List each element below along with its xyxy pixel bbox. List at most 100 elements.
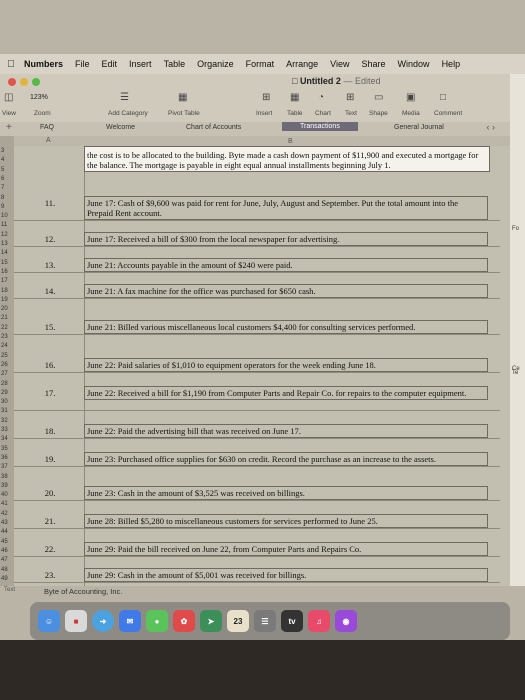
row-index-label[interactable]: 8 <box>0 195 15 201</box>
row-index-label[interactable]: 3 <box>0 148 15 154</box>
merged-cell-top[interactable]: the cost is to be allocated to the build… <box>84 146 490 172</box>
row-index-label[interactable]: 40 <box>0 492 15 498</box>
tab-general-journal[interactable]: General Journal <box>394 124 444 131</box>
transaction-cell[interactable]: June 23: Purchased office supplies for $… <box>84 452 488 466</box>
row-index-label[interactable]: 19 <box>0 297 15 303</box>
music-icon[interactable]: ♫ <box>308 610 330 632</box>
menu-format[interactable]: Format <box>246 59 275 69</box>
add-sheet-icon[interactable]: + <box>6 122 12 133</box>
row-index-label[interactable]: 17 <box>0 278 15 284</box>
chart-icon[interactable]: ◔ <box>318 92 324 103</box>
media-icon[interactable]: ▣ <box>406 92 415 103</box>
transaction-cell[interactable]: June 22: Paid the advertising bill that … <box>84 424 488 438</box>
row-index-label[interactable]: 32 <box>0 418 15 424</box>
text-icon[interactable]: ⊞ <box>346 92 354 103</box>
minimize-window-button[interactable] <box>20 78 28 86</box>
mail-icon[interactable]: ✉ <box>119 610 141 632</box>
tab-chart-of-accounts[interactable]: Chart of Accounts <box>186 124 241 131</box>
tab-scroll-arrows[interactable]: ‹ › <box>487 122 496 132</box>
insert-icon[interactable]: ⊞ <box>262 92 270 103</box>
maps-icon[interactable]: ➤ <box>200 610 222 632</box>
row-index-label[interactable]: 11 <box>0 222 15 228</box>
row-number-cell[interactable]: 19. <box>30 454 70 464</box>
transaction-cell[interactable]: June 29: Cash in the amount of $5,001 wa… <box>84 568 488 582</box>
row-index-label[interactable]: 12 <box>0 232 15 238</box>
tab-faq[interactable]: FAQ <box>40 124 54 131</box>
row-number-cell[interactable]: 23. <box>30 570 70 580</box>
transaction-cell[interactable]: June 17: Received a bill of $300 from th… <box>84 232 488 246</box>
row-number-cell[interactable]: 15. <box>30 322 70 332</box>
row-number-cell[interactable]: 22. <box>30 544 70 554</box>
row-index-label[interactable]: 23 <box>0 334 15 340</box>
safari-icon[interactable]: ➜ <box>92 610 114 632</box>
menu-file[interactable]: File <box>75 59 90 69</box>
row-index-label[interactable]: 26 <box>0 362 15 368</box>
zoom-value[interactable]: 123% <box>30 94 48 101</box>
transaction-cell[interactable]: June 21: Billed various miscellaneous lo… <box>84 320 488 334</box>
row-index-label[interactable]: 46 <box>0 548 15 554</box>
row-index-label[interactable]: 45 <box>0 539 15 545</box>
row-number-cell[interactable]: 17. <box>30 388 70 398</box>
row-index-label[interactable]: 48 <box>0 567 15 573</box>
podcasts-icon[interactable]: ◉ <box>335 610 357 632</box>
row-index-label[interactable]: 34 <box>0 436 15 442</box>
row-index-label[interactable]: 49 <box>0 576 15 582</box>
row-index-label[interactable]: 28 <box>0 381 15 387</box>
row-index-label[interactable]: 5 <box>0 167 15 173</box>
view-icon[interactable]: ◫ <box>4 92 13 103</box>
add-category-icon[interactable]: ☰ <box>120 92 129 103</box>
shape-icon[interactable]: ▭ <box>374 92 383 103</box>
row-index-label[interactable]: 44 <box>0 529 15 535</box>
row-index-label[interactable]: 29 <box>0 390 15 396</box>
transaction-cell[interactable]: June 22: Paid salaries of $1,010 to equi… <box>84 358 488 372</box>
tab-welcome[interactable]: Welcome <box>106 124 135 131</box>
row-index-label[interactable]: 33 <box>0 427 15 433</box>
row-index-label[interactable]: 38 <box>0 474 15 480</box>
menu-view[interactable]: View <box>330 59 349 69</box>
photos-icon[interactable]: ✿ <box>173 610 195 632</box>
menu-table[interactable]: Table <box>164 59 186 69</box>
tv-icon[interactable]: tv <box>281 610 303 632</box>
menu-edit[interactable]: Edit <box>102 59 118 69</box>
comment-icon[interactable]: □ <box>440 92 446 103</box>
menu-numbers[interactable]: Numbers <box>24 59 63 69</box>
launchpad-icon[interactable]: ■ <box>65 610 87 632</box>
row-index-label[interactable]: 39 <box>0 483 15 489</box>
messages-icon[interactable]: ● <box>146 610 168 632</box>
row-number-cell[interactable]: 16. <box>30 360 70 370</box>
transaction-cell[interactable]: June 17: Cash of $9,600 was paid for ren… <box>84 196 488 220</box>
row-index-label[interactable]: 18 <box>0 288 15 294</box>
column-b-header[interactable]: B <box>288 138 293 145</box>
row-index-label[interactable]: 4 <box>0 157 15 163</box>
transaction-cell[interactable]: June 21: A fax machine for the office wa… <box>84 284 488 298</box>
menu-help[interactable]: Help <box>442 59 461 69</box>
row-index-label[interactable]: 41 <box>0 501 15 507</box>
zoom-window-button[interactable] <box>32 78 40 86</box>
row-index-label[interactable]: 25 <box>0 353 15 359</box>
row-index-label[interactable]: 42 <box>0 511 15 517</box>
menu-insert[interactable]: Insert <box>129 59 152 69</box>
close-window-button[interactable] <box>8 78 16 86</box>
row-number-cell[interactable]: 13. <box>30 260 70 270</box>
row-number-cell[interactable]: 21. <box>30 516 70 526</box>
pivot-table-icon[interactable]: ▦ <box>178 92 187 103</box>
row-index-label[interactable]: 15 <box>0 260 15 266</box>
row-index-label[interactable]: 21 <box>0 315 15 321</box>
row-index-label[interactable]: 7 <box>0 185 15 191</box>
row-index-label[interactable]: 31 <box>0 408 15 414</box>
row-index-label[interactable]: 24 <box>0 343 15 349</box>
menu-window[interactable]: Window <box>398 59 430 69</box>
transaction-cell[interactable]: June 22: Received a bill for $1,190 from… <box>84 386 488 400</box>
column-a-header[interactable]: A <box>46 137 51 144</box>
transaction-cell[interactable]: June 28: Billed $5,280 to miscellaneous … <box>84 514 488 528</box>
menu-organize[interactable]: Organize <box>197 59 234 69</box>
row-index-label[interactable]: 14 <box>0 250 15 256</box>
row-index-label[interactable]: 43 <box>0 520 15 526</box>
finder-icon[interactable]: ☺ <box>38 610 60 632</box>
row-index-label[interactable]: 36 <box>0 455 15 461</box>
row-number-cell[interactable]: 18. <box>30 426 70 436</box>
row-index-label[interactable]: 22 <box>0 325 15 331</box>
row-number-cell[interactable]: 20. <box>30 488 70 498</box>
tab-transactions[interactable]: Transactions <box>282 122 358 131</box>
row-index-label[interactable]: 27 <box>0 371 15 377</box>
